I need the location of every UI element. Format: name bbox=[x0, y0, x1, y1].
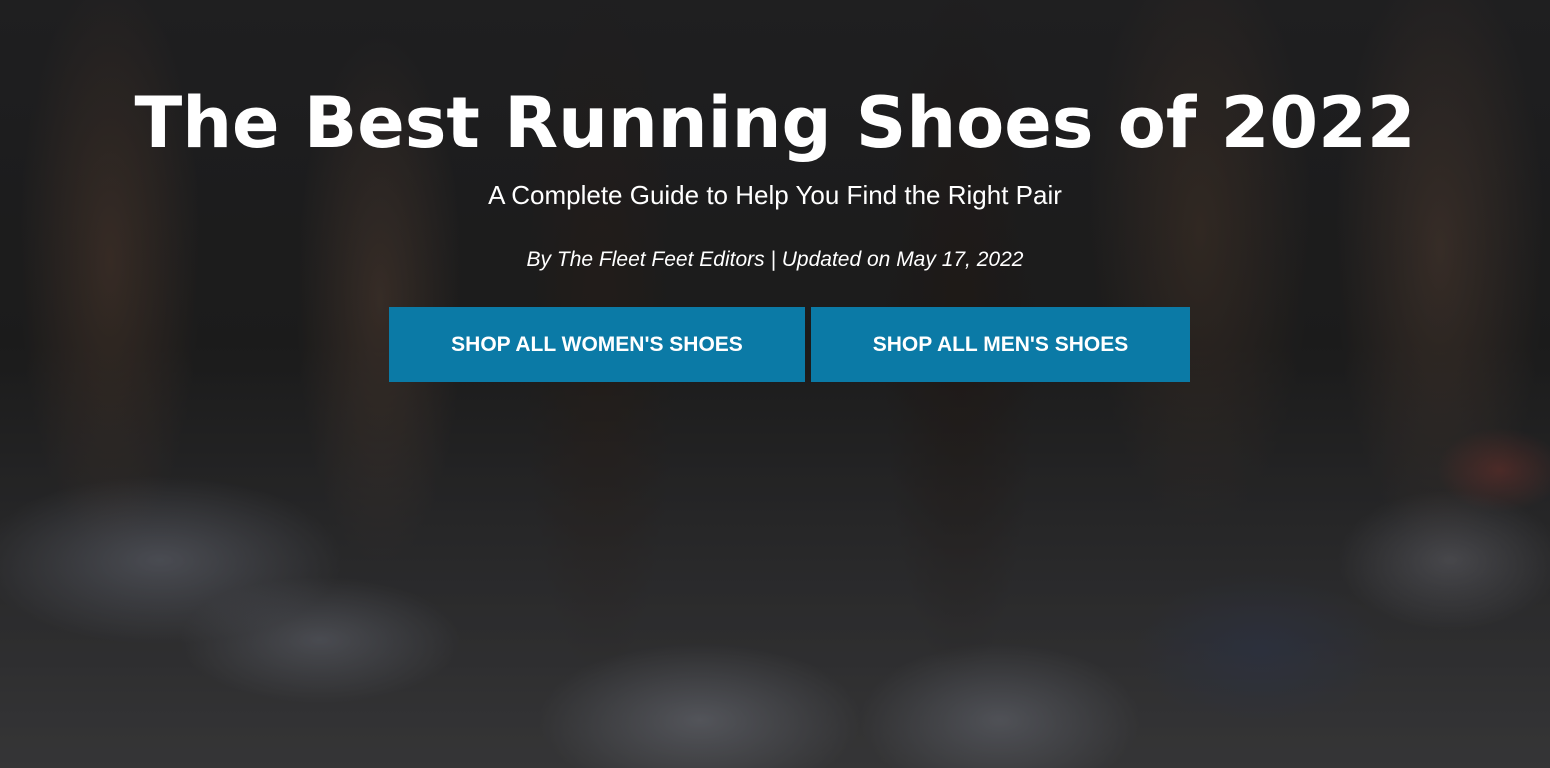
page-title: The Best Running Shoes of 2022 bbox=[134, 82, 1416, 164]
shop-mens-shoes-button[interactable]: SHOP ALL MEN'S SHOES bbox=[811, 307, 1190, 382]
page-subtitle: A Complete Guide to Help You Find the Ri… bbox=[488, 180, 1062, 210]
shop-womens-shoes-button[interactable]: SHOP ALL WOMEN'S SHOES bbox=[389, 307, 805, 382]
hero-banner: The Best Running Shoes of 2022 A Complet… bbox=[0, 0, 1550, 768]
author-byline: By The Fleet Feet Editors | Updated on M… bbox=[526, 248, 1024, 271]
